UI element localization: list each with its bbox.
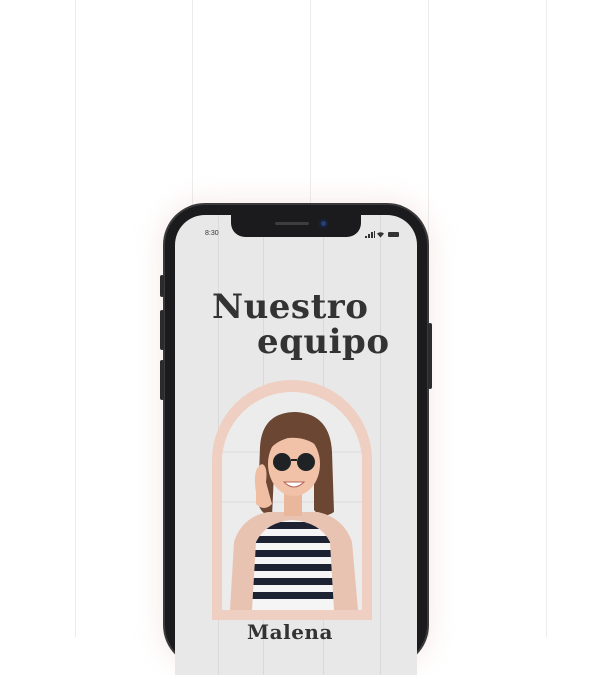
screen-grid-line	[380, 215, 381, 675]
power-button	[428, 323, 432, 389]
speaker-grille	[275, 222, 309, 225]
phone-screen: 8:30 Nuestro equipo Malena	[175, 215, 417, 675]
grid-line	[428, 0, 429, 637]
page-title-line1: Nuestro	[212, 287, 369, 327]
front-camera	[319, 219, 328, 228]
volume-down-button	[160, 360, 164, 400]
team-member-photo	[222, 392, 362, 610]
arch-photo-frame	[212, 380, 372, 620]
page-title-line2: equipo	[257, 322, 390, 362]
mute-switch	[160, 275, 164, 297]
grid-line	[75, 0, 76, 637]
portrait-illustration	[222, 392, 362, 610]
wifi-icon	[377, 232, 384, 238]
team-member-name: Malena	[247, 620, 333, 644]
status-time: 8:30	[205, 230, 219, 237]
grid-line	[546, 0, 547, 637]
phone-mockup: 8:30 Nuestro equipo Malena	[160, 205, 432, 675]
signal-icon	[365, 231, 375, 238]
notch	[231, 215, 361, 237]
battery-icon	[388, 232, 399, 237]
volume-up-button	[160, 310, 164, 350]
